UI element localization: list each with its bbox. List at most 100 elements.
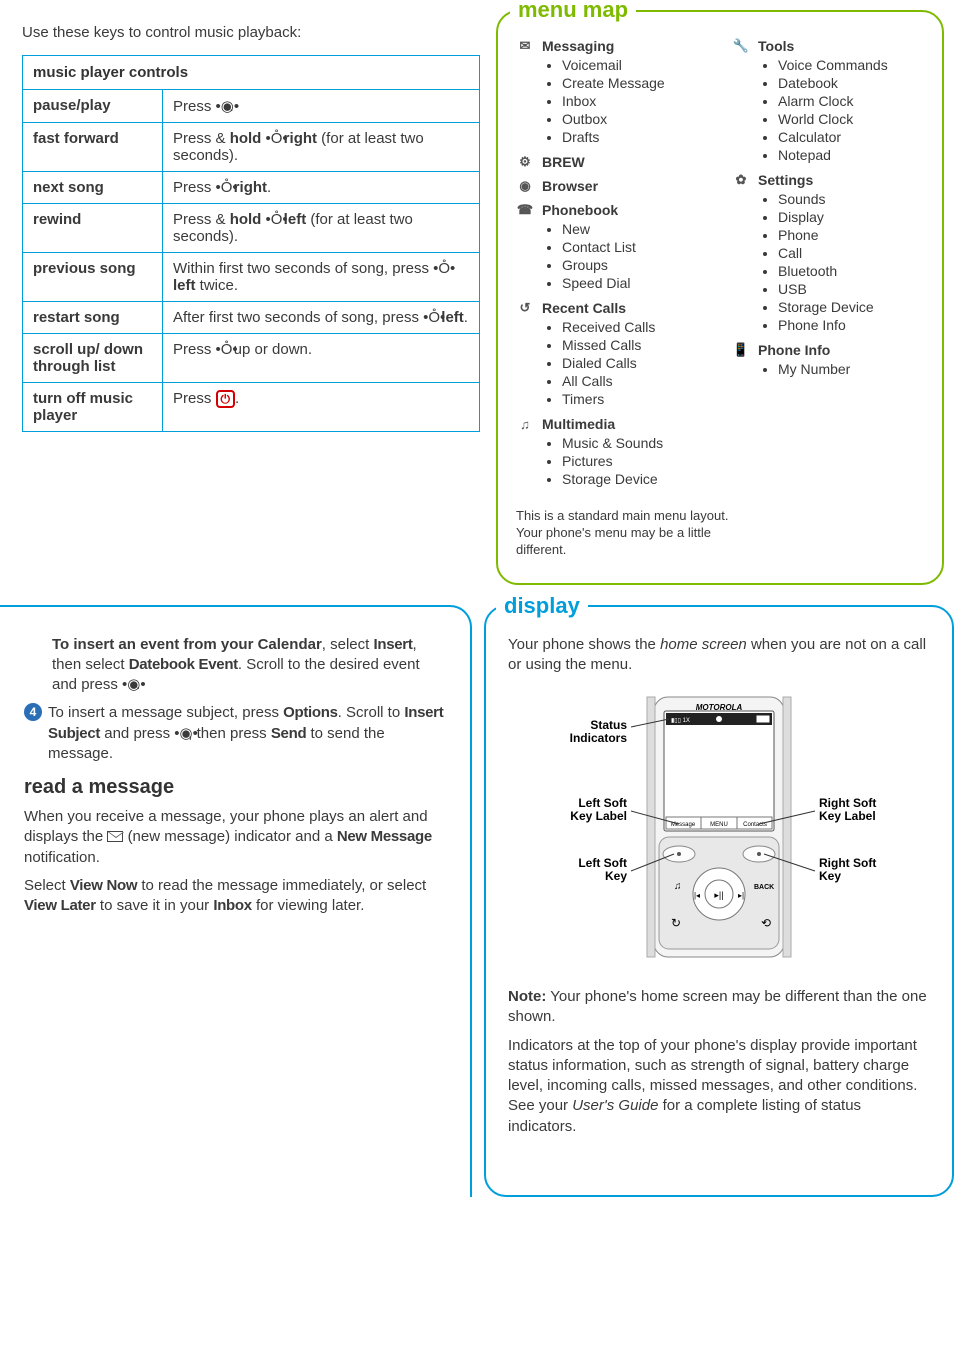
menu-item: Sounds — [778, 190, 924, 208]
music-row-label: rewind — [23, 204, 163, 253]
menu-item: Dialed Calls — [562, 354, 708, 372]
music-row-label: restart song — [23, 302, 163, 334]
svg-text:|◂: |◂ — [694, 891, 700, 900]
menu-item: Speed Dial — [562, 274, 708, 292]
menu-group-icon: ☎ — [516, 202, 534, 218]
right-soft-key-label-label: Right SoftKey Label — [819, 796, 876, 823]
menu-item: Voicemail — [562, 56, 708, 74]
menu-note: This is a standard main menu layout. You… — [516, 508, 736, 559]
menu-item: New — [562, 220, 708, 238]
menu-item: Outbox — [562, 110, 708, 128]
menu-group-name: Browser — [542, 178, 598, 194]
music-row-label: scroll up/ down through list — [23, 334, 163, 383]
svg-text:▸|: ▸| — [738, 891, 744, 900]
music-row-desc: Press •O̊• up or down. — [163, 334, 480, 383]
nav-key-icon: •O̊• — [266, 130, 280, 147]
menu-item: All Calls — [562, 372, 708, 390]
menu-group-icon: 🔧 — [732, 38, 750, 54]
menu-item: Calculator — [778, 128, 924, 146]
music-row-label: previous song — [23, 253, 163, 302]
center-key-icon: •◉• — [216, 97, 230, 115]
menu-item: Contact List — [562, 238, 708, 256]
menu-item: Call — [778, 244, 924, 262]
menu-item: Notepad — [778, 146, 924, 164]
menu-group-name: Phonebook — [542, 202, 618, 218]
menu-item: Groups — [562, 256, 708, 274]
menu-item: My Number — [778, 360, 924, 378]
menu-item: Storage Device — [778, 298, 924, 316]
note-label: Note: — [508, 988, 546, 1005]
menu-item: Pictures — [562, 452, 708, 470]
end-key-icon: ⏻ — [216, 390, 236, 408]
users-guide-term: User's Guide — [572, 1097, 658, 1114]
menu-item: Display — [778, 208, 924, 226]
insert-label: Insert — [373, 636, 412, 653]
music-intro: Use these keys to control music playback… — [22, 24, 480, 41]
display-panel: display Your phone shows the home screen… — [484, 605, 954, 1197]
menu-group-icon: ✿ — [732, 172, 750, 188]
datebook-event-label: Datebook Event — [129, 656, 238, 673]
menu-group: 🔧 Tools — [732, 38, 924, 54]
music-row-desc: Press & hold •O̊• right (for at least tw… — [163, 123, 480, 172]
menu-group: ✿ Settings — [732, 172, 924, 188]
phone-brand: MOTOROLA — [696, 703, 743, 712]
menu-group: ⚙BREW — [516, 154, 708, 170]
display-title: display — [496, 593, 588, 619]
nav-key-icon: •O̊• — [216, 179, 230, 196]
music-row-label: fast forward — [23, 123, 163, 172]
menu-group: 📱Phone Info — [732, 342, 924, 358]
menu-item: Timers — [562, 390, 708, 408]
menu-group-name: Messaging — [542, 38, 614, 54]
menu-group-icon: ⚙ — [516, 154, 534, 170]
menu-group: ✉ Messaging — [516, 38, 708, 54]
menu-group-icon: ◉ — [516, 178, 534, 194]
menu-item: Phone Info — [778, 316, 924, 334]
menu-map-panel: menu map ✉MessagingVoicemailCreate Messa… — [496, 10, 944, 585]
menu-group-icon: ↺ — [516, 300, 534, 316]
nav-key-icon: •O̊• — [423, 309, 437, 326]
menu-group: ♫ Multimedia — [516, 416, 708, 432]
menu-item: Phone — [778, 226, 924, 244]
svg-text:▮▯▯ 1X: ▮▯▯ 1X — [671, 718, 690, 724]
menu-item: Alarm Clock — [778, 92, 924, 110]
svg-text:↻: ↻ — [671, 916, 681, 930]
music-controls-table: music player controls pause/playPress •◉… — [22, 55, 480, 432]
menu-group-name: Settings — [758, 172, 813, 188]
music-row-desc: After first two seconds of song, press •… — [163, 302, 480, 334]
menu-item: Storage Device — [562, 470, 708, 488]
view-now-label: View Now — [70, 877, 137, 894]
screen-menu: MENU — [710, 822, 728, 828]
menu-group-name: Phone Info — [758, 342, 830, 358]
music-row-desc: Press •O̊• right. — [163, 172, 480, 204]
envelope-icon — [107, 831, 123, 842]
menu-item: Create Message — [562, 74, 708, 92]
menu-item: Music & Sounds — [562, 434, 708, 452]
menu-map-title: menu map — [510, 0, 636, 23]
phone-diagram: StatusIndicators Left SoftKey Label Left… — [508, 689, 930, 969]
menu-item: Bluetooth — [778, 262, 924, 280]
right-soft-key-label: Right SoftKey — [819, 856, 876, 883]
menu-group-icon: ✉ — [516, 38, 534, 54]
music-row-desc: Press ⏻. — [163, 383, 480, 432]
inbox-label: Inbox — [213, 897, 252, 914]
calendar-insert-lead: To insert an event from your Calendar — [52, 636, 322, 653]
options-label: Options — [283, 704, 338, 721]
menu-item: Drafts — [562, 128, 708, 146]
left-soft-key-label-label: Left SoftKey Label — [570, 796, 627, 823]
menu-group: ◉ Browser — [516, 178, 708, 194]
menu-group-name: Tools — [758, 38, 794, 54]
svg-text:▸||: ▸|| — [714, 890, 723, 900]
nav-key-icon: •O̊• — [433, 260, 447, 277]
menu-item: Datebook — [778, 74, 924, 92]
menu-group-name: Multimedia — [542, 416, 615, 432]
home-screen-term: home screen — [660, 636, 747, 653]
new-message-label: New Message — [337, 828, 432, 845]
music-row-label: next song — [23, 172, 163, 204]
menu-group-icon: ♫ — [516, 417, 534, 432]
music-row-desc: Press & hold •O̊• left (for at least two… — [163, 204, 480, 253]
music-row-label: pause/play — [23, 90, 163, 123]
music-row-desc: Press •◉•. — [163, 90, 480, 123]
nav-key-icon: •O̊• — [216, 341, 230, 358]
menu-group-name: Recent Calls — [542, 300, 626, 316]
svg-text:♫: ♫ — [674, 881, 682, 892]
